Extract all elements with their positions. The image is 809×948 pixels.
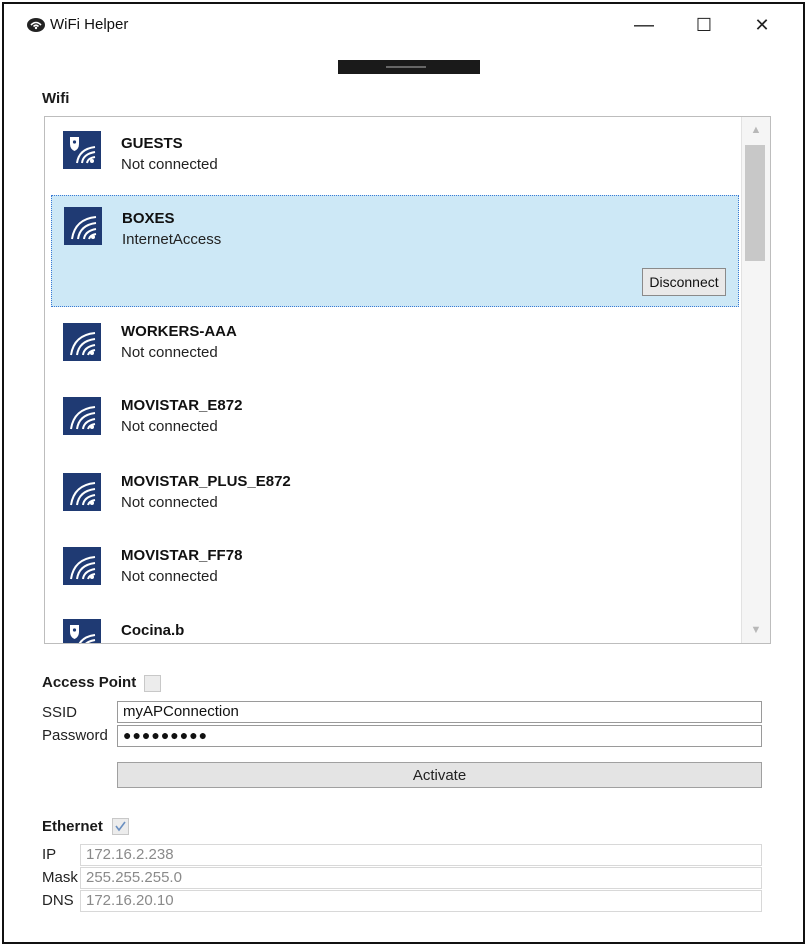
maximize-button[interactable]: ☐ [686,10,722,40]
wifi-network-item-guests[interactable]: GUESTS Not connected [51,119,739,185]
wifi-section-label: Wifi [42,90,70,107]
scrollbar-thumb[interactable] [745,145,765,261]
mask-label: Mask [42,869,78,886]
wifi-network-item-movistar-plus-e872[interactable]: MOVISTAR_PLUS_E872 Not connected [51,455,739,527]
wifi-icon [63,397,101,435]
secured-wifi-icon [63,619,101,643]
disconnect-button[interactable]: Disconnect [642,268,726,296]
secured-wifi-icon [63,131,101,169]
close-button[interactable]: ✕ [744,10,780,40]
ethernet-checkbox[interactable] [112,818,129,835]
drag-handle[interactable] [338,60,480,74]
network-status: Not connected [121,156,218,173]
network-name: Cocina.b [121,622,185,639]
list-scrollbar[interactable]: ▲ ▼ [741,117,770,643]
network-name: GUESTS [121,135,183,152]
window-title: WiFi Helper [50,16,129,33]
ip-input[interactable]: 172.16.2.238 [80,844,762,866]
ssid-input[interactable]: myAPConnection [117,701,762,723]
wifi-network-item-workers-aaa[interactable]: WORKERS-AAA Not connected [51,307,739,379]
ip-label: IP [42,846,57,863]
checkmark-icon [115,821,126,832]
wifi-network-item-cocina-b[interactable]: Cocina.b [51,605,739,643]
network-status: Not connected [121,494,218,511]
ethernet-label: Ethernet [42,818,103,835]
wifi-icon [64,207,102,245]
wifi-icon [63,473,101,511]
dns-label: DNS [42,892,74,909]
wifi-network-item-movistar-e872[interactable]: MOVISTAR_E872 Not connected [51,381,739,453]
title-bar[interactable]: WiFi Helper — ☐ ✕ [4,4,803,44]
network-status: Not connected [121,568,218,585]
scroll-down-icon[interactable]: ▼ [742,619,770,641]
drag-grip [386,66,426,68]
network-status: InternetAccess [122,231,222,248]
network-status: Not connected [121,344,218,361]
password-label: Password [42,727,108,744]
wifi-helper-app-icon [26,17,46,33]
network-name: MOVISTAR_PLUS_E872 [121,473,291,490]
access-point-label: Access Point [42,674,137,691]
network-name: MOVISTAR_FF78 [121,547,243,564]
wifi-icon [63,547,101,585]
mask-input[interactable]: 255.255.255.0 [80,867,762,889]
network-name: MOVISTAR_E872 [121,397,243,414]
minimize-icon: — [634,13,654,36]
password-input[interactable]: ●●●●●●●●● [117,725,762,747]
wifi-network-item-movistar-ff78[interactable]: MOVISTAR_FF78 Not connected [51,531,739,603]
app-window: WiFi Helper — ☐ ✕ Wifi GUESTS Not connec… [2,2,805,944]
wifi-network-list[interactable]: GUESTS Not connected BOXES InternetAcces… [44,116,771,644]
network-status: Not connected [121,418,218,435]
wifi-network-item-boxes[interactable]: BOXES InternetAccess Disconnect [51,195,739,307]
activate-button[interactable]: Activate [117,762,762,788]
scroll-up-icon[interactable]: ▲ [742,119,770,141]
network-name: WORKERS-AAA [121,323,237,340]
access-point-checkbox[interactable] [144,675,161,692]
close-icon: ✕ [754,14,770,35]
network-name: BOXES [122,210,175,227]
wifi-icon [63,323,101,361]
ssid-label: SSID [42,704,78,721]
dns-input[interactable]: 172.16.20.10 [80,890,762,912]
maximize-icon: ☐ [695,14,713,35]
minimize-button[interactable]: — [626,10,662,40]
